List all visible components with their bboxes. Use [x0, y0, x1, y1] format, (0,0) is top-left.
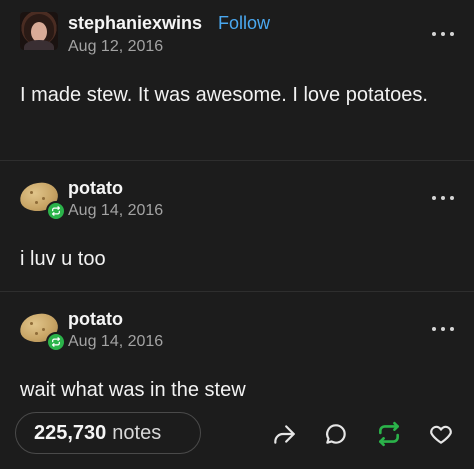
post-date[interactable]: Aug 14, 2016 — [68, 202, 163, 220]
reblog-badge-icon — [46, 201, 66, 221]
more-options-icon[interactable] — [432, 30, 454, 38]
reblog-post: potato Aug 14, 2016 wait what was in the… — [0, 291, 474, 402]
original-post: stephaniexwins Follow Aug 12, 2016 I mad… — [0, 0, 474, 160]
follow-button[interactable]: Follow — [218, 13, 270, 34]
post-date[interactable]: Aug 12, 2016 — [68, 38, 163, 56]
potato-avatar[interactable] — [18, 179, 66, 221]
reblog-badge-icon — [46, 332, 66, 352]
reblog-post: potato Aug 14, 2016 i luv u too — [0, 160, 474, 292]
user-avatar[interactable] — [20, 12, 58, 50]
potato-avatar[interactable] — [18, 310, 66, 352]
heart-icon[interactable] — [428, 421, 454, 447]
reblog-icon[interactable] — [376, 421, 402, 447]
more-options-icon[interactable] — [432, 325, 454, 333]
post-body-text: i luv u too — [20, 248, 106, 270]
notes-label: notes — [112, 421, 162, 444]
reply-icon[interactable] — [323, 421, 349, 447]
more-options-icon[interactable] — [432, 194, 454, 202]
post-username[interactable]: potato — [68, 309, 123, 330]
post-username[interactable]: potato — [68, 178, 123, 199]
share-icon[interactable] — [271, 421, 297, 447]
post-body-text: I made stew. It was awesome. I love pota… — [20, 84, 428, 106]
post-username[interactable]: stephaniexwins — [68, 13, 202, 34]
notes-button[interactable]: 225,730 notes — [15, 412, 201, 454]
post-footer: 225,730 notes — [0, 401, 474, 469]
post-date[interactable]: Aug 14, 2016 — [68, 333, 163, 351]
notes-count: 225,730 — [34, 421, 107, 444]
